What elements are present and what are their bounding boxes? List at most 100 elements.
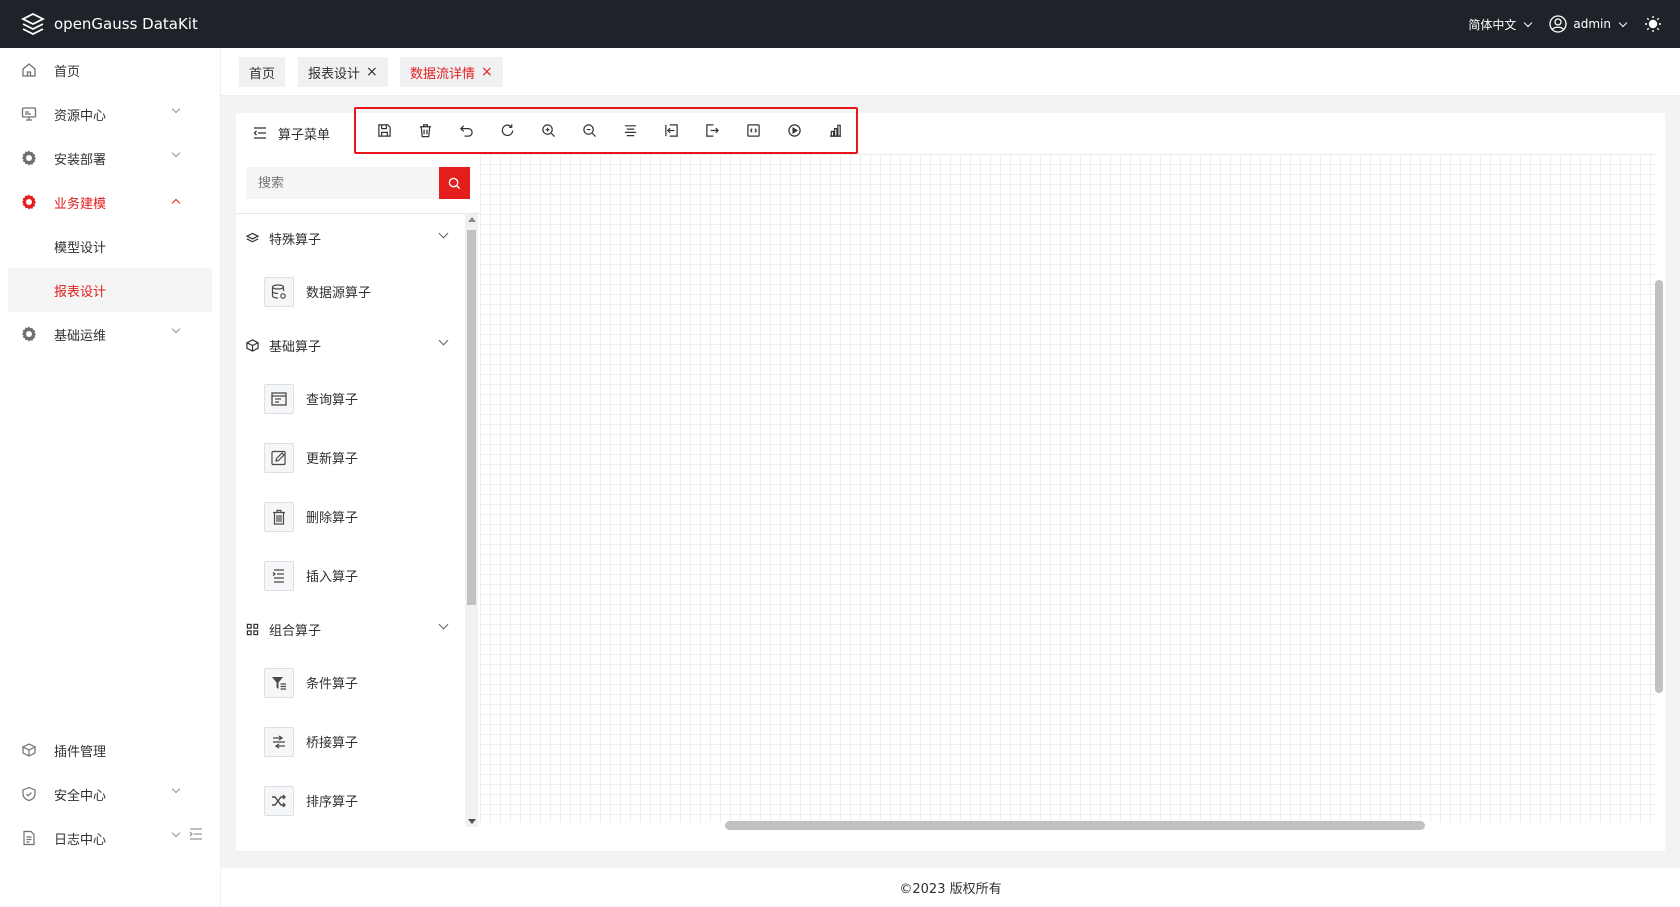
app-logo[interactable]: openGauss DataKit xyxy=(20,11,198,37)
layers-logo-icon xyxy=(20,12,46,36)
sidebar-item-label: 安全中心 xyxy=(54,788,107,804)
sidebar-item-install-deploy[interactable]: 安装部署 xyxy=(0,136,220,180)
zoom-in-icon[interactable] xyxy=(528,116,569,146)
delete-icon[interactable] xyxy=(405,116,446,146)
shuffle-icon xyxy=(264,785,294,816)
operator-condition[interactable]: 条件算子 xyxy=(236,653,464,712)
redo-icon[interactable] xyxy=(487,116,528,146)
operator-menu-title: 算子菜单 xyxy=(278,127,331,143)
sun-icon xyxy=(1645,16,1661,32)
group-basic-operators[interactable]: 基础算子 xyxy=(236,321,464,369)
database-icon xyxy=(264,276,294,307)
group-combined-operators[interactable]: 组合算子 xyxy=(236,605,464,653)
group-special-operators[interactable]: 特殊算子 xyxy=(236,214,464,262)
operator-query[interactable]: 查询算子 xyxy=(236,369,464,428)
group-label: 特殊算子 xyxy=(269,232,322,248)
close-icon[interactable]: × xyxy=(366,64,378,80)
operator-label: 插入算子 xyxy=(306,570,359,585)
home-icon xyxy=(20,61,38,79)
sidebar-subitem-model-design[interactable]: 模型设计 xyxy=(0,224,220,268)
chevron-down-icon xyxy=(171,104,181,114)
user-menu[interactable]: admin xyxy=(1549,15,1628,33)
operator-menu-toggle[interactable]: 算子菜单 xyxy=(236,113,356,153)
sidebar-item-plugin-management[interactable]: 插件管理 xyxy=(0,728,220,772)
sidebar-item-home[interactable]: 首页 xyxy=(0,48,220,92)
align-center-icon[interactable] xyxy=(610,116,651,146)
sidebar: 首页 资源中心 安装部署 业务建模 模型设计 报表设计 基础运维 插件管理 安全… xyxy=(0,48,221,907)
scroll-down-icon[interactable] xyxy=(468,819,476,824)
sidebar-item-label: 首页 xyxy=(54,64,81,80)
sidebar-item-label: 基础运维 xyxy=(54,328,107,344)
operator-label: 数据源算子 xyxy=(306,286,372,301)
edit-icon xyxy=(264,442,294,473)
tab-dataflow-detail[interactable]: 数据流详情 × xyxy=(400,57,503,87)
operator-bridge[interactable]: 桥接算子 xyxy=(236,712,464,771)
operator-label: 桥接算子 xyxy=(306,736,359,751)
sidebar-item-resource-center[interactable]: 资源中心 xyxy=(0,92,220,136)
operator-label: 排序算子 xyxy=(306,795,359,810)
canvas-vertical-scrollbar[interactable] xyxy=(1655,280,1663,693)
sidebar-subitem-report-design[interactable]: 报表设计 xyxy=(8,268,212,312)
gear-icon xyxy=(20,193,38,211)
language-select[interactable]: 简体中文 xyxy=(1468,16,1533,33)
operator-insert[interactable]: 插入算子 xyxy=(236,546,464,605)
sidebar-item-label: 业务建模 xyxy=(54,196,107,212)
sidebar-item-label: 资源中心 xyxy=(54,108,107,124)
chart-icon[interactable] xyxy=(815,116,856,146)
tab-home[interactable]: 首页 xyxy=(239,57,286,87)
search-input[interactable] xyxy=(246,167,440,199)
chevron-down-icon xyxy=(171,828,181,838)
user-name: admin xyxy=(1573,17,1611,31)
operator-datasource[interactable]: 数据源算子 xyxy=(236,262,464,321)
tabs-bar: 首页 报表设计 × 数据流详情 × xyxy=(221,48,1680,96)
tab-label: 数据流详情 xyxy=(410,66,476,82)
scroll-up-icon[interactable] xyxy=(468,217,476,222)
scrollbar-thumb[interactable] xyxy=(467,230,476,605)
layers-icon xyxy=(246,231,260,245)
gear-icon xyxy=(20,149,38,167)
tab-label: 首页 xyxy=(249,66,276,82)
undo-icon[interactable] xyxy=(446,116,487,146)
operator-label: 更新算子 xyxy=(306,452,359,467)
tab-report-design[interactable]: 报表设计 × xyxy=(298,57,388,87)
sidebar-item-business-modeling[interactable]: 业务建模 xyxy=(0,180,220,224)
search-icon xyxy=(448,177,461,189)
chevron-up-icon xyxy=(171,198,181,208)
operator-list-scrollbar[interactable] xyxy=(465,214,478,827)
tab-label: 报表设计 xyxy=(308,66,361,82)
zoom-out-icon[interactable] xyxy=(569,116,610,146)
flow-canvas[interactable] xyxy=(480,154,1656,822)
chevron-down-icon xyxy=(1618,18,1628,27)
operator-update[interactable]: 更新算子 xyxy=(236,428,464,487)
group-label: 组合算子 xyxy=(269,623,322,639)
sidebar-item-basic-ops[interactable]: 基础运维 xyxy=(0,312,220,356)
chevron-down-icon xyxy=(438,228,449,239)
chevron-down-icon xyxy=(1524,18,1533,27)
sidebar-item-security-center[interactable]: 安全中心 xyxy=(0,772,220,816)
canvas-horizontal-scrollbar[interactable] xyxy=(725,821,1425,830)
filter-icon xyxy=(264,667,294,698)
copyright-text: ©2023 版权所有 xyxy=(899,882,1002,897)
export-icon[interactable] xyxy=(692,116,733,146)
sidebar-subitem-label: 模型设计 xyxy=(54,240,107,256)
theme-toggle[interactable] xyxy=(1644,15,1662,33)
save-icon[interactable] xyxy=(364,116,405,146)
operator-panel: 特殊算子 数据源算子 基础算子 查询算子 更新算子 xyxy=(236,157,480,830)
operator-sort[interactable]: 排序算子 xyxy=(236,771,464,830)
operator-label: 删除算子 xyxy=(306,511,359,526)
search-button[interactable] xyxy=(439,167,470,199)
operator-delete[interactable]: 删除算子 xyxy=(236,487,464,546)
code-icon[interactable] xyxy=(733,116,774,146)
sidebar-item-label: 插件管理 xyxy=(54,744,107,760)
cube-icon xyxy=(246,338,260,352)
group-label: 基础算子 xyxy=(269,339,322,355)
app-title: openGauss DataKit xyxy=(54,15,198,33)
run-icon[interactable] xyxy=(774,116,815,146)
close-icon[interactable]: × xyxy=(481,64,493,80)
shield-icon xyxy=(20,785,38,803)
grid-icon xyxy=(246,622,260,636)
collapse-sidebar-icon[interactable] xyxy=(186,824,206,844)
import-icon[interactable] xyxy=(651,116,692,146)
chevron-down-icon xyxy=(171,324,181,334)
bridge-icon xyxy=(264,726,294,757)
